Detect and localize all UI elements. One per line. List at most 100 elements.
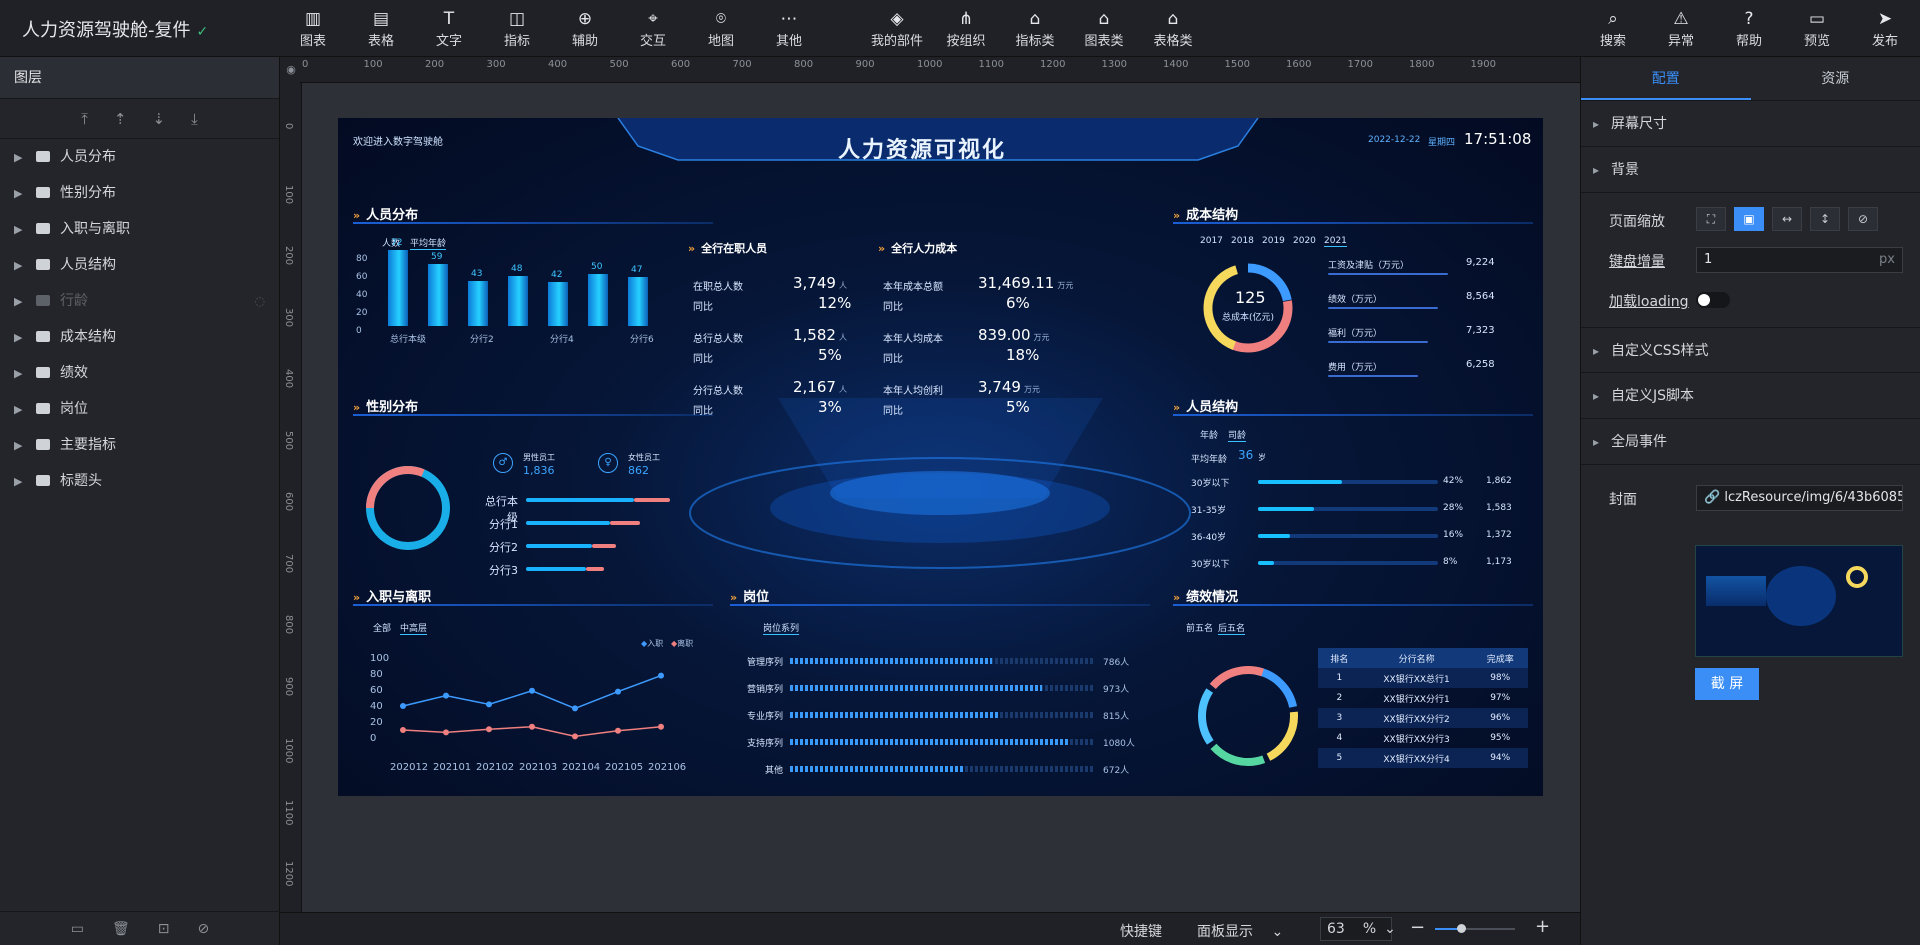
panel-title-post: 岗位 — [730, 586, 769, 605]
toolbar-help-button[interactable]: ? 帮助 — [1721, 8, 1777, 49]
link-icon: 🔗 — [1704, 490, 1725, 505]
tab-senior[interactable]: 中高层 — [400, 621, 428, 635]
tag-icon: ⌂ — [1098, 9, 1110, 29]
loading-toggle[interactable] — [1696, 292, 1730, 308]
toolbar-mycomp-button[interactable]: ◈ 我的部件 — [869, 8, 925, 49]
section-custom-js[interactable]: 自定义JS脚本 — [1581, 373, 1920, 419]
scale-width-icon[interactable]: ↔ — [1772, 207, 1802, 231]
toolbar-chart-button[interactable]: ▥ 图表 — [285, 8, 341, 49]
toolbar-map-button[interactable]: ⌾ 地图 — [693, 8, 749, 49]
zoom-out-icon[interactable]: − — [1410, 917, 1425, 938]
toolbar-chartcls-button[interactable]: ⌂ 图表类 — [1076, 8, 1132, 49]
toolbar-preview-button[interactable]: ▭ 预览 — [1789, 8, 1845, 49]
zoom-slider[interactable] — [1435, 924, 1515, 933]
chevron-right-icon[interactable]: ▶ — [14, 320, 30, 356]
section-global-events[interactable]: 全局事件 — [1581, 419, 1920, 465]
toolbar-search-button[interactable]: ⌕ 搜索 — [1585, 8, 1641, 49]
dashboard-preview[interactable]: 欢迎进入数字驾驶舱 人力资源可视化 2022-12-22 星期四 17:51:0… — [338, 118, 1543, 796]
cost-year-tab[interactable]: 2017 — [1200, 236, 1223, 246]
gender-row-label: 分行2 — [489, 541, 518, 554]
scale-none-icon[interactable]: ⊘ — [1848, 207, 1878, 231]
toolbar-metric-label: 指标 — [503, 34, 530, 49]
move-down-icon[interactable]: ⇣ — [153, 110, 166, 128]
layer-item[interactable]: ▶ 人员分布 — [0, 139, 279, 175]
toolbar-aux-label: 辅助 — [571, 34, 598, 49]
cost-year-tab[interactable]: 2019 — [1262, 236, 1285, 246]
hidden-eye-icon[interactable]: ◌ — [255, 283, 265, 319]
tab-bottom5[interactable]: 后五名 — [1218, 621, 1246, 635]
toolbar-metriccls-button[interactable]: ⌂ 指标类 — [1007, 8, 1063, 49]
chevron-right-icon[interactable]: ▶ — [14, 356, 30, 392]
cost-year-tab[interactable]: 2021 — [1324, 236, 1347, 247]
scale-height-icon[interactable]: ↕ — [1810, 207, 1840, 231]
chevron-right-icon[interactable]: ▶ — [14, 140, 30, 176]
cost-year-tab[interactable]: 2020 — [1293, 236, 1316, 246]
section-custom-css[interactable]: 自定义CSS样式 — [1581, 327, 1920, 374]
age-row-label: 30岁以下 — [1191, 479, 1230, 489]
zoom-in-icon[interactable]: + — [1535, 916, 1550, 937]
yoy-label: 同比 — [693, 302, 713, 313]
table-row: 5 XX银行XX分行4 94% — [1318, 748, 1528, 768]
tab-post-series[interactable]: 岗位系列 — [763, 621, 800, 635]
shortcut-button[interactable]: 快捷键 — [1120, 921, 1162, 941]
scale-fit-icon[interactable]: ⛶ — [1696, 207, 1726, 231]
layer-item[interactable]: ▶ 行龄 ◌ — [0, 283, 279, 319]
toolbar-publish-button[interactable]: ➤ 发布 — [1857, 8, 1913, 49]
tab-avg-age[interactable]: 平均年龄 — [410, 236, 447, 250]
cost-year-tab[interactable]: 2018 — [1231, 236, 1254, 246]
bar — [468, 280, 488, 326]
avg-age-label: 平均年龄 — [1191, 455, 1228, 465]
gender-donut — [366, 466, 450, 550]
chevron-right-icon[interactable]: ▶ — [14, 212, 30, 248]
chevron-right-icon[interactable]: ▶ — [14, 392, 30, 428]
trash-icon[interactable]: 🗑 — [112, 921, 130, 937]
chevron-right-icon[interactable]: ▶ — [14, 428, 30, 464]
toolbar-interact-button[interactable]: ⌖ 交互 — [625, 8, 681, 49]
tab-age[interactable]: 年龄 — [1200, 428, 1218, 441]
hide-icon[interactable]: ⊘ — [198, 921, 210, 937]
tab-top5[interactable]: 前五名 — [1186, 621, 1213, 634]
folder-icon[interactable]: ▭ — [71, 921, 84, 937]
toolbar-table-button[interactable]: ▤ 表格 — [353, 8, 409, 49]
layer-item[interactable]: ▶ 绩效 — [0, 355, 279, 391]
chevron-right-icon[interactable]: ▶ — [14, 176, 30, 212]
layer-item[interactable]: ▶ 入职与离职 — [0, 211, 279, 247]
zoom-input[interactable]: 63% ⌄ — [1320, 917, 1396, 941]
section-screen-size[interactable]: 屏幕尺寸 — [1581, 101, 1920, 147]
toolbar-metric-button[interactable]: ◫ 指标 — [489, 8, 545, 49]
section-background[interactable]: 背景 — [1581, 147, 1920, 193]
move-bottom-icon[interactable]: ⤓ — [191, 110, 198, 128]
move-up-icon[interactable]: ⇡ — [114, 110, 127, 128]
layer-item[interactable]: ▶ 岗位 — [0, 391, 279, 427]
scale-fill-icon[interactable]: ▣ — [1734, 207, 1764, 231]
toolbar-alert-button[interactable]: ⚠ 异常 — [1653, 8, 1709, 49]
cover-input[interactable]: 🔗 lczResource/img/6/43b6085a — [1696, 485, 1903, 511]
layer-item[interactable]: ▶ 成本结构 — [0, 319, 279, 355]
chevron-right-icon[interactable]: ▶ — [14, 284, 30, 320]
toolbar-tablecls-button[interactable]: ⌂ 表格类 — [1145, 8, 1201, 49]
move-top-icon[interactable]: ⤒ — [81, 110, 88, 128]
layer-item[interactable]: ▶ 人员结构 — [0, 247, 279, 283]
ruler-tick-label: 500 — [609, 59, 629, 70]
performance-donut — [1198, 666, 1299, 766]
toolbar-byorg-button[interactable]: ⋔ 按组织 — [938, 8, 994, 49]
chevron-right-icon[interactable]: ▶ — [14, 248, 30, 284]
toolbar-other-button[interactable]: ⋯ 其他 — [761, 8, 817, 49]
tab-resource[interactable]: 资源 — [1751, 57, 1920, 100]
tab-config[interactable]: 配置 — [1581, 57, 1751, 100]
layer-item[interactable]: ▶ 标题头 — [0, 463, 279, 499]
chevron-right-icon[interactable]: ▶ — [14, 464, 30, 500]
cost-center-value: 125 — [1235, 288, 1266, 307]
tab-seniority[interactable]: 司龄 — [1228, 428, 1247, 442]
toolbar-aux-button[interactable]: ⊕ 辅助 — [557, 8, 613, 49]
panel-display-select[interactable]: 面板显示 ⌄ — [1197, 921, 1283, 941]
keyboard-step-input[interactable]: 1 px — [1696, 247, 1903, 273]
layer-item[interactable]: ▶ 性别分布 — [0, 175, 279, 211]
toolbar-text-button[interactable]: T 文字 — [421, 8, 477, 49]
lock-icon[interactable]: ⊡ — [158, 921, 170, 937]
ruler-eye-icon[interactable]: ◉ — [280, 57, 302, 83]
layer-item[interactable]: ▶ 主要指标 — [0, 427, 279, 463]
tab-all[interactable]: 全部 — [373, 621, 391, 634]
cover-thumbnail[interactable] — [1695, 545, 1903, 657]
screenshot-button[interactable]: 截 屏 — [1695, 668, 1759, 700]
